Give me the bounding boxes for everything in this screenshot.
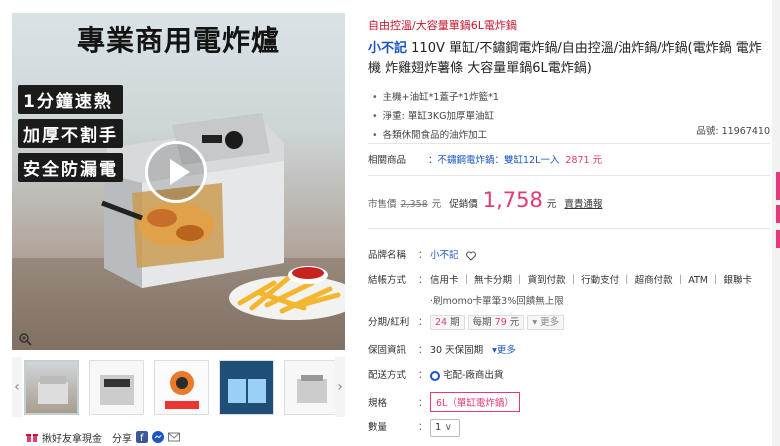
heart-icon[interactable] [465, 251, 476, 261]
product-title-text: 110V 單缸/不鏽鋼電炸鍋/自由控溫/油炸鍋/炸鍋(電炸鍋 電炸機 炸雞翅炸薯… [368, 41, 762, 76]
spec-label: 數量 [368, 422, 388, 433]
installment-monthly-value: 79 [494, 317, 507, 328]
list-item: 主機+油缸*1蓋子*1炸籃*1 [372, 88, 770, 107]
thumbnail-image [165, 371, 199, 409]
thumbnail[interactable] [154, 360, 209, 415]
market-price-label: 市售價 [368, 199, 397, 210]
quantity-value: 1 [435, 422, 442, 433]
thumbnail[interactable] [24, 360, 79, 415]
spec-colon: ： [418, 345, 428, 356]
spec-colon: ： [418, 422, 428, 433]
sale-price-unit: 元 [546, 199, 557, 210]
quantity-select[interactable]: 1 ∨ [430, 419, 460, 437]
page-scrollbar[interactable] [772, 0, 780, 446]
installment-period-unit: 期 [450, 317, 460, 328]
spec-label: 保固資訊 [368, 345, 407, 356]
feature-badge: 1分鐘速熱 [18, 85, 123, 114]
installment-periods[interactable]: 24 期 [430, 315, 465, 330]
divider [368, 228, 770, 229]
side-tab[interactable] [776, 230, 780, 248]
related-products: 相關商品 ：不鏽鋼電炸鍋：雙缸12L一入 2871 元 [368, 152, 602, 166]
related-colon: ： [428, 155, 438, 166]
spec-label: 結帳方式 [368, 275, 407, 286]
spec-warranty: 保固資訊 ： 30 天保固期 ▾更多 [368, 342, 516, 356]
installment-monthly[interactable]: 每期 79 元 [467, 315, 525, 330]
price-row: 市售價 2,358 元 促銷價 1,758 元 賣貴通報 [368, 188, 602, 212]
thumbnail-image [297, 375, 327, 403]
thumbnail-strip: ‹ › [12, 357, 345, 418]
payment-note: ‧刷momo卡單筆3%回饋無上限 [430, 296, 564, 307]
divider [368, 143, 770, 144]
market-price: 2,358 [400, 199, 428, 210]
installment-monthly-unit: 元 [509, 317, 520, 328]
delivery-radio[interactable] [430, 370, 440, 381]
invite-friends-link[interactable]: 揪好友拿現金 [42, 430, 102, 445]
installment-more-button[interactable]: ▾ 更多 [527, 315, 565, 330]
spec-colon: ： [418, 370, 428, 381]
spec-colon: ： [418, 250, 428, 261]
related-product-link[interactable]: 不鏽鋼電炸鍋：雙缸12L一入 [438, 155, 560, 166]
mail-icon[interactable] [168, 431, 180, 443]
brand-name-link[interactable]: 小不記 [430, 250, 459, 261]
spec-quantity: 數量： 1 ∨ [368, 419, 460, 437]
spec-label: 品牌名稱 [368, 250, 407, 261]
spec-label: 規格 [368, 398, 388, 409]
gift-icon [26, 434, 38, 442]
thumbnail-image [228, 379, 266, 403]
market-price-unit: 元 [431, 199, 442, 210]
side-tab[interactable] [776, 205, 780, 223]
warranty-more-link[interactable]: ▾更多 [492, 345, 516, 356]
spec-size: 規格 ： 6L（單缸電炸鍋） [368, 392, 520, 412]
spec-colon: ： [418, 317, 428, 328]
warranty-value: 30 天保固期 [430, 345, 484, 356]
warranty-more-label: 更多 [496, 345, 516, 356]
thumbnail-image [100, 375, 134, 405]
facebook-icon[interactable]: f [136, 431, 148, 443]
feature-badge: 安全防漏電 [18, 153, 123, 182]
thumbnail-image [38, 376, 68, 404]
product-main-image[interactable]: 專業商用電炸爐 1分鐘速熱 加厚不割手 安全防漏電 [12, 13, 345, 350]
thumbnail-prev-arrow[interactable]: ‹ [12, 357, 22, 417]
thumbnail-next-arrow[interactable]: › [335, 357, 345, 417]
spec-label: 配送方式 [368, 370, 407, 381]
spec-delivery: 配送方式 ： 宅配-廠商出貨 [368, 367, 503, 381]
feature-badges: 1分鐘速熱 加厚不割手 安全防漏電 [18, 85, 123, 187]
zoom-icon[interactable] [18, 332, 32, 346]
side-tab[interactable] [776, 172, 780, 200]
spec-brand: 品牌名稱 ：小不記 [368, 247, 476, 261]
share-row: 揪好友拿現金 分享 f [26, 429, 180, 445]
brand-link[interactable]: 小不記 [368, 41, 407, 56]
installment-more-label: 更多 [540, 317, 560, 328]
video-play-button[interactable] [145, 141, 207, 203]
messenger-icon[interactable] [152, 431, 164, 443]
divider [368, 175, 770, 176]
related-product-price: 2871 元 [565, 155, 603, 166]
installment-periods-value: 24 [435, 317, 448, 328]
spec-installment: 分期/紅利： 24 期 每期 79 元 ▾ 更多 [368, 314, 565, 330]
thumbnail[interactable] [284, 360, 339, 415]
svg-text:f: f [140, 433, 144, 443]
share-label: 分享 [112, 433, 132, 445]
spec-label: 分期/紅利 [368, 317, 410, 328]
spec-payment: 結帳方式 ：信用卡 ｜ 無卡分期 ｜ 貨到付款 ｜ 行動支付 ｜ 超商付款 ｜ A… [368, 272, 752, 286]
product-title: 小不記 110V 單缸/不鏽鋼電炸鍋/自由控溫/油炸鍋/炸鍋(電炸鍋 電炸機 炸… [368, 39, 768, 79]
breadcrumb[interactable]: 自由控溫/大容量單鍋6L電炸鍋 [368, 17, 517, 33]
sale-price: 1,758 [482, 188, 543, 212]
feature-badge: 加厚不割手 [18, 119, 123, 148]
payment-methods: 信用卡 ｜ 無卡分期 ｜ 貨到付款 ｜ 行動支付 ｜ 超商付款 ｜ ATM ｜ … [430, 275, 752, 286]
related-label: 相關商品 [368, 155, 407, 166]
chevron-down-icon: ∨ [444, 422, 452, 433]
report-price-link[interactable]: 賣貴通報 [564, 196, 602, 210]
product-code: 品號: 11967410 [696, 126, 770, 137]
size-option[interactable]: 6L（單缸電炸鍋） [430, 392, 520, 412]
spec-colon: ： [418, 398, 428, 409]
thumbnail[interactable] [89, 360, 144, 415]
delivery-value: 宅配-廠商出貨 [443, 370, 504, 381]
installment-monthly-label: 每期 [472, 317, 492, 328]
sale-price-label: 促銷價 [449, 199, 478, 210]
thumbnail[interactable] [219, 360, 274, 415]
spec-colon: ： [418, 275, 428, 286]
